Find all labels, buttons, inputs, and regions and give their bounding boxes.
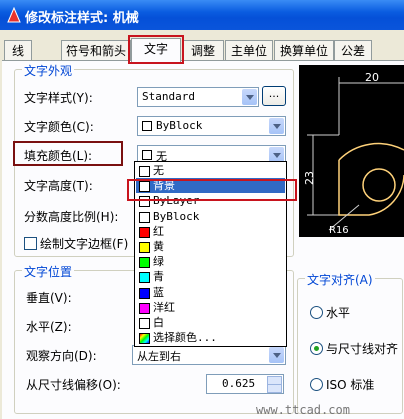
dropdown-item-label: 洋红 <box>153 300 175 314</box>
align-with-dimline-label: 与尺寸线对齐 <box>326 342 399 356</box>
text-appearance-legend: 文字外观 <box>22 62 75 79</box>
view-direction-combo[interactable]: 从左到右 <box>132 345 286 365</box>
text-position-legend: 文字位置 <box>22 263 75 280</box>
dropdown-item-label: ByBlock <box>153 209 200 223</box>
text-color-value: ByBlock <box>156 119 203 132</box>
tab-highlight-box <box>128 35 184 64</box>
dropdown-item[interactable]: 黄 <box>136 239 285 254</box>
dropdown-item-label: 白 <box>153 316 164 329</box>
color-swatch <box>142 150 152 160</box>
text-style-combo[interactable]: Standard <box>137 87 259 107</box>
horizontal-label: 水平(Z): <box>26 320 72 334</box>
dropdown-item[interactable]: 红 <box>136 224 285 239</box>
text-color-combo[interactable]: ByBlock <box>137 116 286 136</box>
draw-frame-label: 绘制文字边框(F) <box>40 237 129 251</box>
tab-alternate-units[interactable]: 换算单位 <box>274 40 334 61</box>
draw-frame-checkbox[interactable] <box>24 237 37 250</box>
color-swatch <box>139 226 150 238</box>
preview-dim-left: 23 <box>303 171 316 185</box>
dropdown-item[interactable]: 青 <box>136 269 285 284</box>
align-with-dimline-radio[interactable] <box>310 342 323 355</box>
align-horizontal-radio[interactable] <box>310 306 323 319</box>
dropdown-item-label: 青 <box>153 270 164 284</box>
chevron-down-icon[interactable] <box>269 347 284 363</box>
spin-down-icon[interactable] <box>267 384 282 393</box>
align-horizontal-label: 水平 <box>326 306 351 320</box>
preview-dim-top: 20 <box>365 71 379 84</box>
fill-label-highlight-box <box>13 141 123 166</box>
dropdown-item-label: 黄 <box>153 240 164 253</box>
offset-spinner[interactable]: 0.625 <box>206 374 284 394</box>
preview-dim-radius: R16 <box>329 225 349 236</box>
autocad-app-icon <box>7 7 21 23</box>
text-style-value: Standard <box>142 90 195 103</box>
align-iso-label: ISO 标准 <box>326 378 375 392</box>
dropdown-item[interactable]: 洋红 <box>136 300 285 315</box>
color-swatch <box>139 287 150 299</box>
fraction-height-scale-label: 分数高度比例(H): <box>24 210 119 224</box>
dropdown-item[interactable]: 白 <box>136 315 285 330</box>
preview-drawing: 20 23 R16 <box>303 71 404 236</box>
dropdown-item-label: 绿 <box>153 255 164 269</box>
tab-symbols-arrows[interactable]: 符号和箭头 <box>61 40 131 61</box>
view-direction-value: 从左到右 <box>137 350 181 363</box>
dropdown-item-label: 红 <box>153 224 164 238</box>
browse-text-style-button[interactable]: ... <box>262 86 286 106</box>
offset-value: 0.625 <box>222 377 256 390</box>
dropdown-item-label: 选择颜色... <box>153 331 217 345</box>
color-swatch <box>139 257 150 269</box>
offset-label: 从尺寸线偏移(O): <box>26 378 121 392</box>
dropdown-item[interactable]: 无 <box>136 163 285 178</box>
color-swatch <box>139 211 150 223</box>
dimension-preview: 20 23 R16 <box>299 65 404 237</box>
dropdown-item[interactable]: 绿 <box>136 254 285 269</box>
color-swatch <box>142 121 152 131</box>
align-iso-radio[interactable] <box>310 378 323 391</box>
text-color-label: 文字颜色(C): <box>24 120 94 134</box>
text-height-label: 文字高度(T): <box>24 179 93 193</box>
dropdown-item[interactable]: 选择颜色... <box>136 330 285 345</box>
tab-primary-units[interactable]: 主单位 <box>225 40 273 61</box>
window-title: 修改标注样式: 机械 <box>25 11 139 26</box>
color-swatch <box>139 242 150 253</box>
tab-lines[interactable]: 线 <box>4 40 32 61</box>
chevron-down-icon[interactable] <box>269 118 284 134</box>
text-alignment-legend: 文字对齐(A) <box>305 271 375 288</box>
background-item-highlight-box <box>127 179 297 201</box>
color-swatch <box>139 302 150 314</box>
dropdown-item-label: 蓝 <box>153 285 164 299</box>
color-swatch <box>139 166 150 177</box>
vertical-label: 垂直(V): <box>26 291 72 305</box>
dropdown-item[interactable]: ByBlock <box>136 209 285 224</box>
dropdown-item-label: 无 <box>153 164 164 177</box>
color-swatch <box>139 272 150 284</box>
watermark: www.ttcad.com <box>256 403 350 417</box>
chevron-down-icon[interactable] <box>242 89 257 105</box>
tab-fit[interactable]: 调整 <box>182 40 224 61</box>
tab-tolerances[interactable]: 公差 <box>334 40 372 61</box>
color-swatch <box>139 318 150 329</box>
view-direction-label: 观察方向(D): <box>26 349 97 363</box>
text-style-label: 文字样式(Y): <box>24 91 93 105</box>
color-swatch <box>139 333 150 345</box>
dropdown-item[interactable]: 蓝 <box>136 285 285 300</box>
